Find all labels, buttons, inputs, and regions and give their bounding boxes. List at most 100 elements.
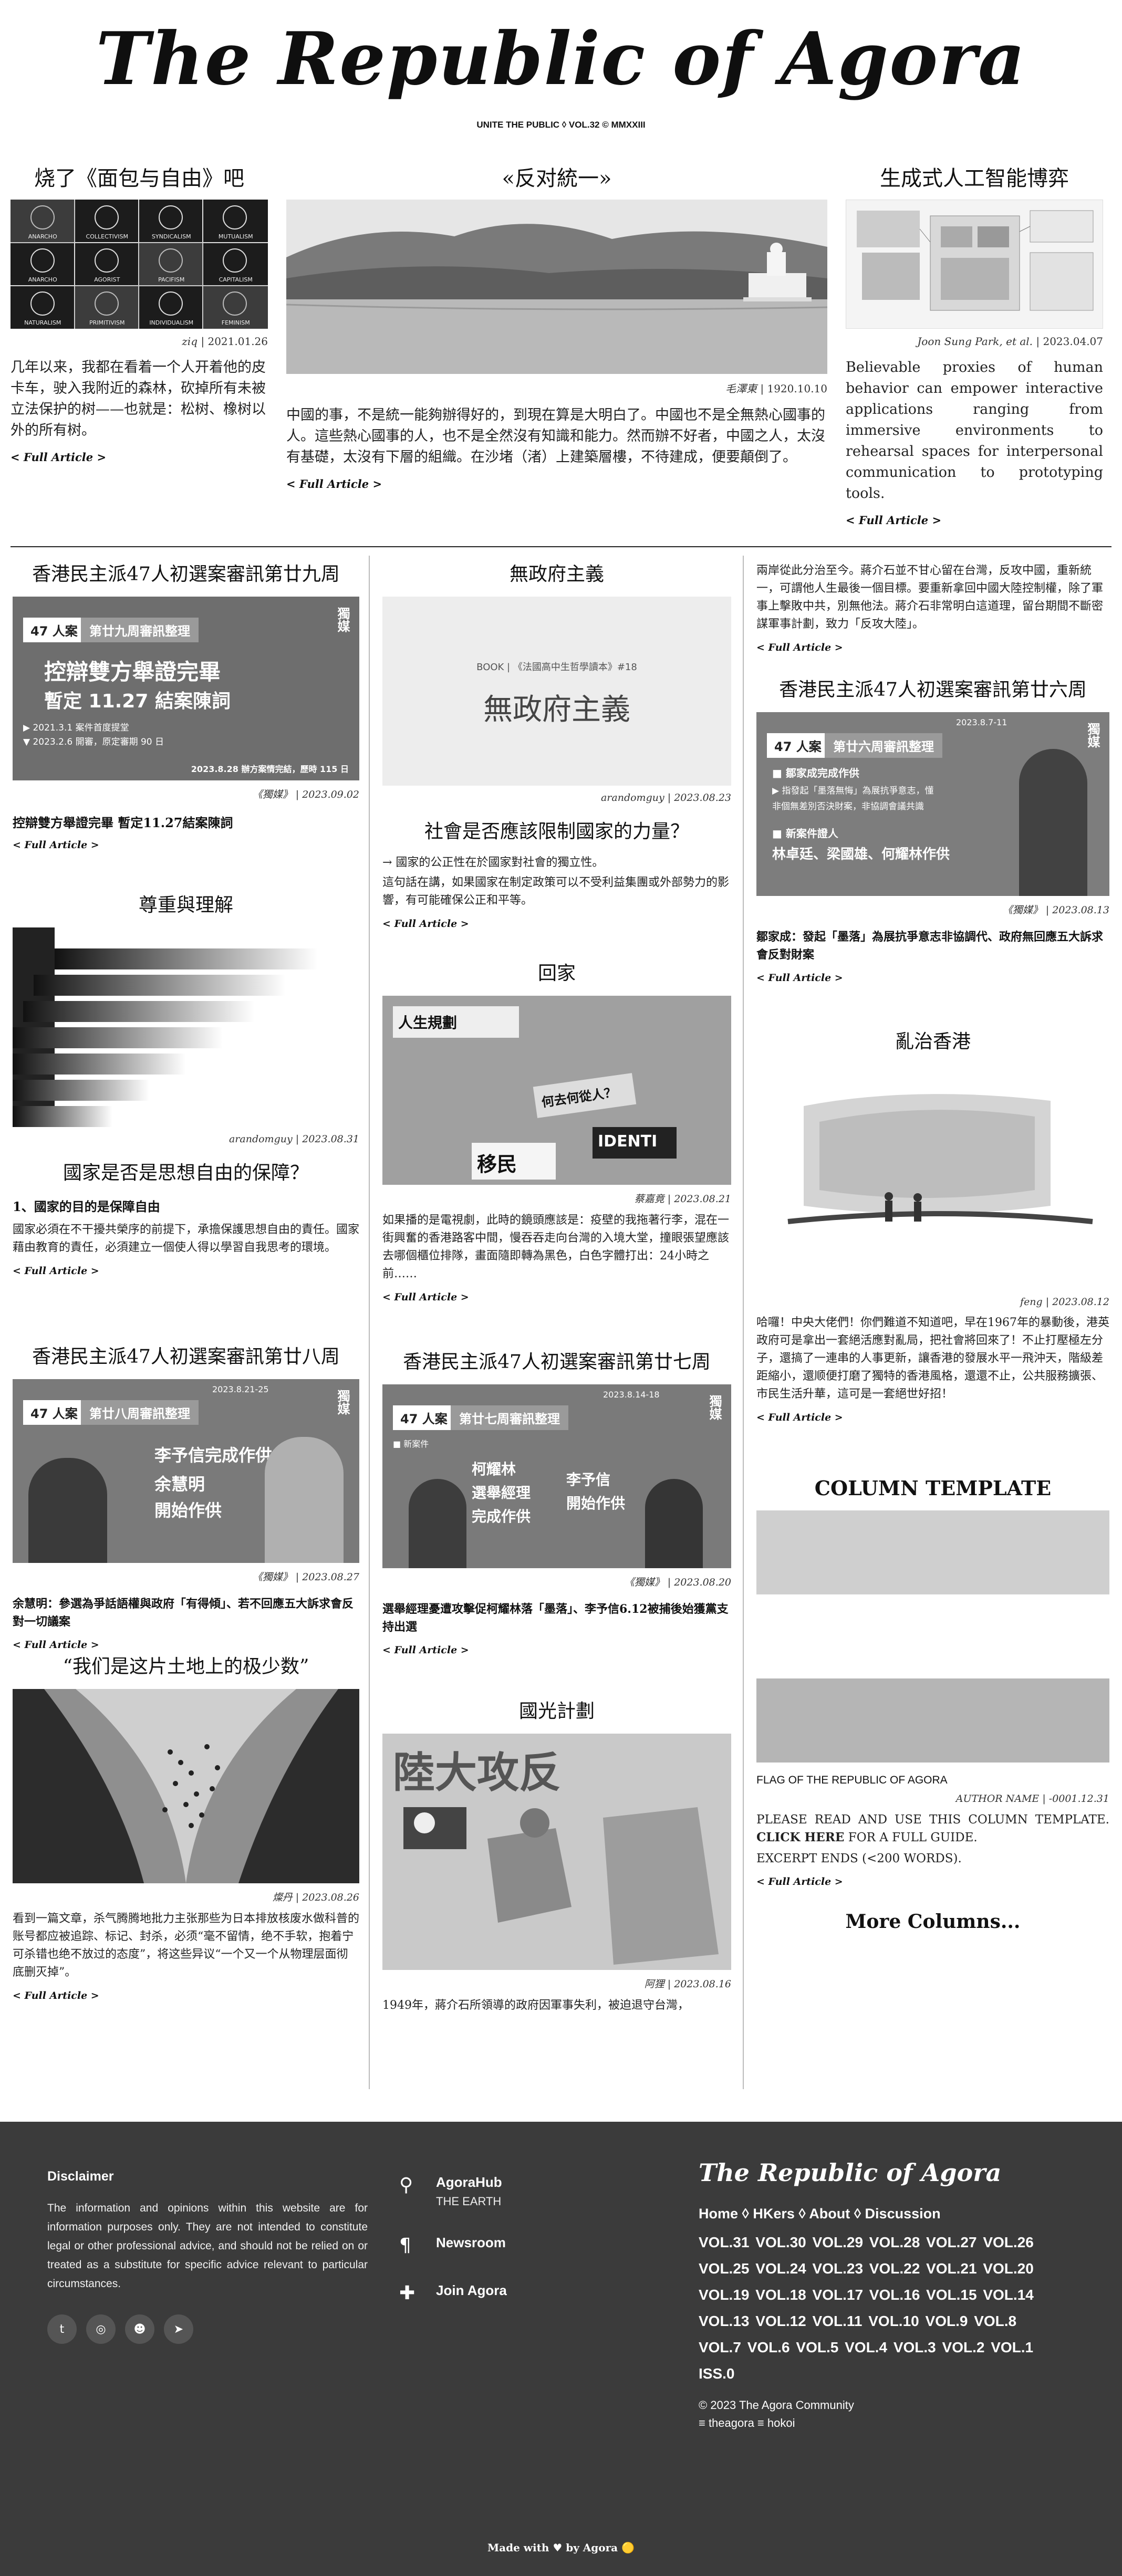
volume-link[interactable]: VOL.17	[813, 2287, 863, 2303]
volume-link[interactable]: VOL.31	[699, 2234, 749, 2250]
diagram-illustration	[857, 210, 1094, 311]
agorahub-link[interactable]: ⚲ AgoraHub THE EARTH	[399, 2174, 641, 2208]
volume-link[interactable]: VOL.7	[699, 2339, 741, 2355]
graphic-headline: 選舉經理	[472, 1484, 531, 1501]
volume-link[interactable]: VOL.13	[699, 2313, 749, 2329]
full-article-link[interactable]: < Full Article >	[756, 1412, 1109, 1423]
byline: 阿狸 | 2023.08.16	[644, 1978, 731, 1990]
full-article-link[interactable]: < Full Article >	[846, 514, 1103, 527]
article-heading[interactable]: 烧了《面包与自由》吧	[11, 163, 268, 200]
full-article-link[interactable]: < Full Article >	[382, 918, 731, 930]
article-lead: 選舉經理憂遭攻擊促柯耀林落「墨落」、李予信6.12被捕後始獲黨支持出選	[382, 1602, 729, 1634]
volume-link[interactable]: VOL.2	[942, 2339, 985, 2355]
volume-link[interactable]: ISS.0	[699, 2365, 734, 2382]
volume-link[interactable]: VOL.5	[796, 2339, 838, 2355]
article-heading[interactable]: «反对統一»	[286, 163, 827, 200]
article-date: 2023.08.12	[1052, 1296, 1109, 1308]
telegram-icon[interactable]: ➤	[164, 2314, 193, 2344]
trial-week-28-graphic: 47 人案 第廿八周審訊整理 2023.8.21-25 李予信完成作供 余慧明 …	[13, 1379, 359, 1563]
site-title[interactable]: The Republic of Agora	[0, 16, 1122, 101]
twitter-icon[interactable]: t	[47, 2314, 77, 2344]
volume-link[interactable]: VOL.15	[926, 2287, 976, 2303]
article-heading[interactable]: 香港民主派47人初選案審訊第廿九周	[13, 562, 359, 587]
volume-link[interactable]: VOL.29	[813, 2234, 863, 2250]
article-subheading: 國家是否是思想自由的保障？	[63, 1162, 309, 1184]
volume-link[interactable]: VOL.9	[926, 2313, 968, 2329]
volume-link[interactable]: VOL.27	[926, 2234, 976, 2250]
volume-link[interactable]: VOL.22	[869, 2260, 920, 2277]
full-article-link[interactable]: < Full Article >	[13, 1639, 359, 1651]
article-heading[interactable]: 亂治香港	[756, 1029, 1109, 1055]
article-excerpt: 中國的事，不是統一能夠辦得好的，到現在算是大明白了。中國也不是全無熱心國事的人。…	[286, 407, 825, 465]
volume-link[interactable]: VOL.18	[755, 2287, 806, 2303]
template-excerpt-end: EXCERPT ENDS (<200 WORDS).	[756, 1852, 962, 1865]
article-heading[interactable]: “我们是这片土地上的极少数”	[13, 1654, 359, 1680]
article-heading[interactable]: 無政府主義	[382, 562, 731, 587]
github-icon[interactable]: ◎	[86, 2314, 116, 2344]
article-heading[interactable]: 香港民主派47人初選案審訊第廿八周	[13, 1344, 359, 1370]
article-heading[interactable]: 香港民主派47人初選案審訊第廿七周	[382, 1350, 731, 1375]
community-handles[interactable]: ≡ theagora ≡ hokoi	[699, 2416, 1077, 2430]
volume-link[interactable]: VOL.16	[869, 2287, 920, 2303]
join-link[interactable]: ✚ Join Agora	[399, 2282, 641, 2304]
full-article-link[interactable]: < Full Article >	[13, 839, 359, 851]
volume-link[interactable]: VOL.12	[755, 2313, 806, 2329]
full-article-link[interactable]: < Full Article >	[756, 1876, 1109, 1887]
volume-link[interactable]: VOL.24	[755, 2260, 806, 2277]
case-tag: 47 人案	[23, 618, 85, 642]
footer-nav-links[interactable]: Home ◊ HKers ◊ About ◊ Discussion	[699, 2206, 1077, 2222]
more-columns-link[interactable]: More Columns...	[756, 1911, 1109, 1933]
byline: ziq | 2021.01.26	[182, 335, 268, 348]
article-heading[interactable]: 香港民主派47人初選案審訊第廿六周	[756, 677, 1109, 703]
volume-link[interactable]: VOL.8	[974, 2313, 1016, 2329]
volume-link[interactable]: VOL.28	[869, 2234, 920, 2250]
volume-link[interactable]: VOL.23	[813, 2260, 863, 2277]
volume-link[interactable]: VOL.10	[868, 2313, 919, 2329]
article-heading[interactable]: COLUMN TEMPLATE	[756, 1476, 1109, 1501]
newsroom-link[interactable]: ¶ Newsroom	[399, 2235, 641, 2256]
full-article-link[interactable]: < Full Article >	[286, 477, 827, 491]
reddit-icon[interactable]: ☻	[125, 2314, 154, 2344]
article-anarchism: 無政府主義 BOOK | 《法國高中生哲學讀本》#18 無政府主義 arando…	[382, 562, 731, 930]
volume-link[interactable]: VOL.4	[845, 2339, 887, 2355]
full-article-link[interactable]: < Full Article >	[11, 451, 268, 464]
article-heading[interactable]: 生成式人工智能博弈	[846, 163, 1103, 200]
byline: 《獨媒》 | 2023.09.02	[252, 789, 359, 800]
social-links: t ◎ ☻ ➤	[47, 2314, 368, 2344]
column-divider	[369, 556, 370, 2089]
article-heading[interactable]: 國光計劃	[382, 1699, 731, 1724]
site-footer: Disclaimer The information and opinions …	[0, 2122, 1122, 2576]
full-article-link[interactable]: < Full Article >	[13, 1990, 359, 2001]
article-date: -0001.12.31	[1048, 1793, 1109, 1805]
template-text: PLEASE READ AND USE THIS COLUMN TEMPLATE…	[756, 1813, 1109, 1827]
volume-link[interactable]: VOL.3	[894, 2339, 936, 2355]
week-label: 第廿六周審訊整理	[825, 733, 942, 758]
flag-stripe	[756, 1594, 1109, 1678]
volume-link[interactable]: VOL.11	[813, 2313, 863, 2329]
full-article-link[interactable]: < Full Article >	[382, 1644, 731, 1656]
sign-text: IDENTI	[593, 1127, 677, 1159]
click-here-link[interactable]: CLICK HERE	[756, 1830, 844, 1844]
full-article-link[interactable]: < Full Article >	[756, 972, 1109, 984]
article-excerpt: 這句話在講，如果國家在制定政策可以不受利益集團或外部勢力的影響，有可能確保公正和…	[382, 876, 730, 907]
graphic-headline: 完成作供	[472, 1508, 531, 1525]
volume-link[interactable]: VOL.20	[983, 2260, 1033, 2277]
volume-link[interactable]: VOL.30	[755, 2234, 806, 2250]
volume-link[interactable]: VOL.21	[926, 2260, 976, 2277]
volume-link[interactable]: VOL.19	[699, 2287, 749, 2303]
volume-link[interactable]: VOL.6	[747, 2339, 790, 2355]
full-article-link[interactable]: < Full Article >	[756, 642, 1109, 653]
disclaimer-section: Disclaimer The information and opinions …	[47, 2169, 368, 2344]
full-article-link[interactable]: < Full Article >	[382, 1291, 731, 1303]
volume-link[interactable]: VOL.14	[983, 2287, 1033, 2303]
volume-link[interactable]: VOL.25	[699, 2260, 749, 2277]
article-lead: 控辯雙方舉證完畢 暫定11.27結案陳詞	[13, 815, 233, 830]
volume-link[interactable]: VOL.1	[991, 2339, 1033, 2355]
footer-brand[interactable]: The Republic of Agora	[699, 2158, 1077, 2187]
article-heading[interactable]: 回家	[382, 961, 731, 986]
full-article-link[interactable]: < Full Article >	[13, 1265, 359, 1277]
article-heading[interactable]: 尊重與理解	[13, 893, 359, 918]
volume-link[interactable]: VOL.26	[983, 2234, 1033, 2250]
book-title: 無政府主義	[483, 693, 630, 727]
author-name: Joon Sung Park, et al.	[917, 335, 1033, 348]
